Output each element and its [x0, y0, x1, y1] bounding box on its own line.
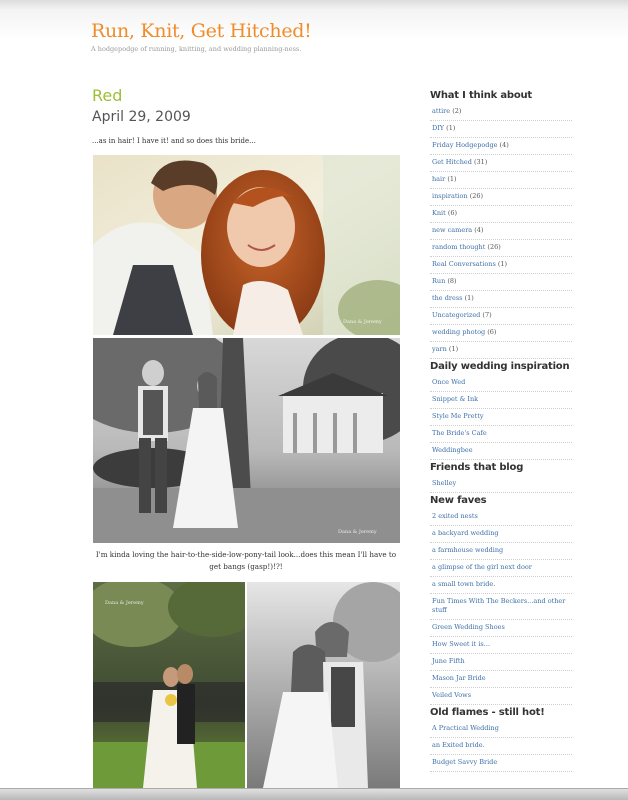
photo-couple-color[interactable]: Dana & Jeremy — [93, 155, 400, 335]
category-count: (6) — [447, 209, 458, 217]
post-title[interactable]: Red — [92, 86, 122, 105]
category-label[interactable]: wedding photog — [432, 328, 485, 336]
category-label[interactable]: hair — [432, 175, 445, 183]
category-label[interactable]: Friday Hodgepodge — [432, 141, 497, 149]
post-intro: ...as in hair! I have it! and so does th… — [92, 137, 256, 145]
blogroll-link[interactable]: Green Wedding Shoes — [430, 620, 572, 637]
category-label[interactable]: Real Conversations — [432, 260, 496, 268]
category-count: (2) — [452, 107, 462, 115]
sidebar-heading-categories: What I think about — [430, 90, 533, 101]
blogroll-link[interactable]: Shelley — [430, 476, 572, 493]
blogroll-link[interactable]: 2 exited nests — [430, 509, 572, 526]
category-count: (31) — [474, 158, 488, 166]
category-link[interactable]: Knit (6) — [430, 206, 572, 223]
category-label[interactable]: attire — [432, 107, 450, 115]
old-flames-list: A Practical Wedding an Exited bride. Budge… — [430, 721, 572, 772]
category-link[interactable]: the dress (1) — [430, 291, 572, 308]
sidebar-heading-friends: Friends that blog — [430, 462, 524, 473]
blogroll-link[interactable]: a glimpse of the girl next door — [430, 560, 572, 577]
photo-couple-tree-bw[interactable]: Dana & Jeremy — [93, 338, 400, 543]
category-label[interactable]: Uncategorized — [432, 311, 480, 319]
blogroll-link[interactable]: June Fifth — [430, 654, 572, 671]
blogroll-link[interactable]: a small town bride. — [430, 577, 572, 594]
category-count: (6) — [487, 328, 497, 336]
blogroll-link[interactable]: How Sweet it is... — [430, 637, 572, 654]
post-date: April 29, 2009 — [92, 109, 191, 125]
blogroll-link[interactable]: an Exited bride. — [430, 738, 572, 755]
sidebar-heading-old: Old flames - still hot! — [430, 707, 545, 718]
category-count: (1) — [497, 260, 508, 268]
window-bottom-bar — [0, 788, 628, 800]
sidebar-heading-faves: New faves — [430, 495, 487, 506]
blogroll-link[interactable]: a backyard wedding — [430, 526, 572, 543]
category-label[interactable]: random thought — [432, 243, 485, 251]
category-link[interactable]: Real Conversations (1) — [430, 257, 572, 274]
category-link[interactable]: Run (8) — [430, 274, 572, 291]
sidebar: What I think about attire (2) DIY (1) Frid… — [430, 90, 572, 774]
blogroll-link[interactable]: Veiled Vows — [430, 688, 572, 705]
site-title[interactable]: Run, Knit, Get Hitched! — [91, 20, 312, 42]
category-link[interactable]: wedding photog (6) — [430, 325, 572, 342]
category-count: (8) — [447, 277, 457, 285]
photo-watermark: Dana & Jeremy — [105, 600, 144, 606]
category-label[interactable]: DIY — [432, 124, 444, 132]
category-count: (1) — [464, 294, 474, 302]
category-link[interactable]: hair (1) — [430, 172, 572, 189]
category-link[interactable]: Friday Hodgepodge (4) — [430, 138, 572, 155]
blogroll-link[interactable]: Weddingbee — [430, 443, 572, 460]
category-label[interactable]: inspiration — [432, 192, 468, 200]
category-link[interactable]: new camera (4) — [430, 223, 572, 240]
category-label[interactable]: Get Hitched — [432, 158, 472, 166]
category-count: (4) — [474, 226, 484, 234]
blogroll-link[interactable]: Budget Savvy Bride — [430, 755, 572, 772]
blogroll-link[interactable]: Once Wed — [430, 375, 572, 392]
photo-couple-split[interactable]: Dana & Jeremy — [93, 582, 400, 788]
category-count: (1) — [448, 345, 459, 353]
photo-watermark: Dana & Jeremy — [343, 319, 382, 325]
new-faves-list: 2 exited nests a backyard wedding a farmho… — [430, 509, 572, 705]
site-tagline: A hodgepodge of running, knitting, and w… — [91, 45, 302, 53]
blogroll-link[interactable]: Snippet & Ink — [430, 392, 572, 409]
category-link[interactable]: random thought (26) — [430, 240, 572, 257]
daily-inspiration-list: Once Wed Snippet & Ink Style Me Pretty The … — [430, 375, 572, 460]
category-label[interactable]: Run — [432, 277, 445, 285]
photo-watermark: Dana & Jeremy — [338, 529, 377, 535]
friends-list: Shelley — [430, 476, 572, 493]
category-label[interactable]: yarn — [432, 345, 447, 353]
sidebar-heading-daily: Daily wedding inspiration — [430, 361, 570, 372]
category-link[interactable]: Uncategorized (7) — [430, 308, 572, 325]
category-count: (26) — [487, 243, 501, 251]
category-count: (4) — [499, 141, 509, 149]
category-count: (1) — [446, 124, 456, 132]
category-label[interactable]: the dress — [432, 294, 463, 302]
category-link[interactable]: yarn (1) — [430, 342, 572, 359]
category-link[interactable]: attire (2) — [430, 104, 572, 121]
category-count: (7) — [482, 311, 492, 319]
post-caption: I'm kinda loving the hair-to-the-side-lo… — [95, 550, 397, 571]
blogroll-link[interactable]: Mason Jar Bride — [430, 671, 572, 688]
category-list: attire (2) DIY (1) Friday Hodgepodge (4) Ge… — [430, 104, 572, 359]
category-label[interactable]: new camera — [432, 226, 472, 234]
category-link[interactable]: inspiration (26) — [430, 189, 572, 206]
blogroll-link[interactable]: Fun Times With The Beckers...and other s… — [430, 594, 572, 620]
category-link[interactable]: Get Hitched (31) — [430, 155, 572, 172]
blogroll-link[interactable]: Style Me Pretty — [430, 409, 572, 426]
category-label[interactable]: Knit — [432, 209, 446, 217]
category-count: (1) — [447, 175, 457, 183]
blogroll-link[interactable]: a farmhouse wedding — [430, 543, 572, 560]
category-count: (26) — [469, 192, 484, 200]
blogroll-link[interactable]: The Bride's Cafe — [430, 426, 572, 443]
blogroll-link[interactable]: A Practical Wedding — [430, 721, 572, 738]
category-link[interactable]: DIY (1) — [430, 121, 572, 138]
